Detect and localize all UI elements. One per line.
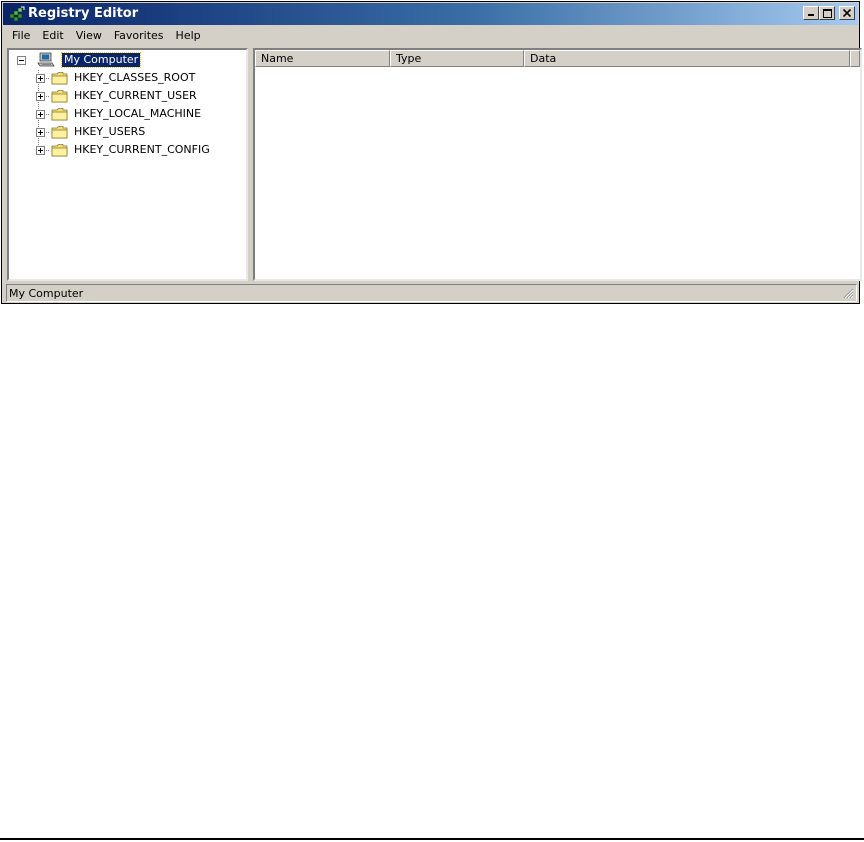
- collapse-icon[interactable]: [17, 56, 26, 65]
- folder-icon: [51, 88, 69, 107]
- column-header-name[interactable]: Name: [255, 50, 390, 67]
- close-button[interactable]: [839, 6, 855, 20]
- values-list[interactable]: Name Type Data: [253, 48, 862, 281]
- tree-label: HKEY_CLASSES_ROOT: [74, 71, 196, 84]
- registry-tree[interactable]: My Computer HKEY_CLASSES_ROOT HKEY_CURRE…: [7, 48, 248, 281]
- folder-icon: [51, 124, 69, 143]
- status-bar: My Computer: [6, 284, 857, 302]
- column-header-type[interactable]: Type: [390, 50, 524, 67]
- window-title: Registry Editor: [28, 6, 139, 21]
- tree-node-hkey-classes-root[interactable]: HKEY_CLASSES_ROOT: [36, 70, 236, 86]
- expand-icon[interactable]: [36, 110, 45, 119]
- menu-favorites[interactable]: Favorites: [108, 27, 170, 45]
- tree-node-hkey-users[interactable]: HKEY_USERS: [36, 124, 236, 140]
- resize-grip-icon[interactable]: [842, 287, 854, 299]
- title-bar[interactable]: Registry Editor: [3, 3, 858, 25]
- tree-label: HKEY_CURRENT_CONFIG: [74, 143, 210, 156]
- expand-icon[interactable]: [36, 146, 45, 155]
- menu-help[interactable]: Help: [170, 27, 207, 45]
- folder-icon: [51, 70, 69, 89]
- column-header-data[interactable]: Data: [524, 50, 850, 67]
- maximize-button[interactable]: [819, 6, 835, 20]
- tree-label: HKEY_USERS: [74, 125, 146, 138]
- menu-bar: File Edit View Favorites Help: [6, 27, 207, 45]
- folder-icon: [51, 142, 69, 161]
- minimize-button[interactable]: [803, 6, 819, 20]
- list-header: Name Type Data: [255, 50, 860, 67]
- tree-label: HKEY_CURRENT_USER: [74, 89, 197, 102]
- tree-node-my-computer[interactable]: My Computer: [15, 52, 155, 68]
- page-bottom-rule: [0, 838, 864, 840]
- expand-icon[interactable]: [36, 92, 45, 101]
- regedit-app-icon: [9, 6, 25, 22]
- maximize-icon: [822, 8, 832, 18]
- minimize-icon: [808, 14, 814, 16]
- menu-view[interactable]: View: [70, 27, 108, 45]
- expand-icon[interactable]: [36, 74, 45, 83]
- tree-node-hkey-current-config[interactable]: HKEY_CURRENT_CONFIG: [36, 142, 236, 158]
- status-text: My Computer: [9, 287, 84, 300]
- folder-icon: [51, 106, 69, 125]
- menu-file[interactable]: File: [6, 27, 36, 45]
- tree-label: HKEY_LOCAL_MACHINE: [74, 107, 202, 120]
- computer-icon: [37, 52, 55, 71]
- tree-label-my-computer: My Computer: [60, 52, 142, 68]
- registry-editor-window: Registry Editor File Edit View Favorites…: [1, 1, 862, 304]
- tree-node-hkey-current-user[interactable]: HKEY_CURRENT_USER: [36, 88, 236, 104]
- expand-icon[interactable]: [36, 128, 45, 137]
- menu-edit[interactable]: Edit: [36, 27, 69, 45]
- close-icon: [843, 9, 851, 17]
- tree-node-hkey-local-machine[interactable]: HKEY_LOCAL_MACHINE: [36, 106, 236, 122]
- column-header-filler: [850, 50, 860, 67]
